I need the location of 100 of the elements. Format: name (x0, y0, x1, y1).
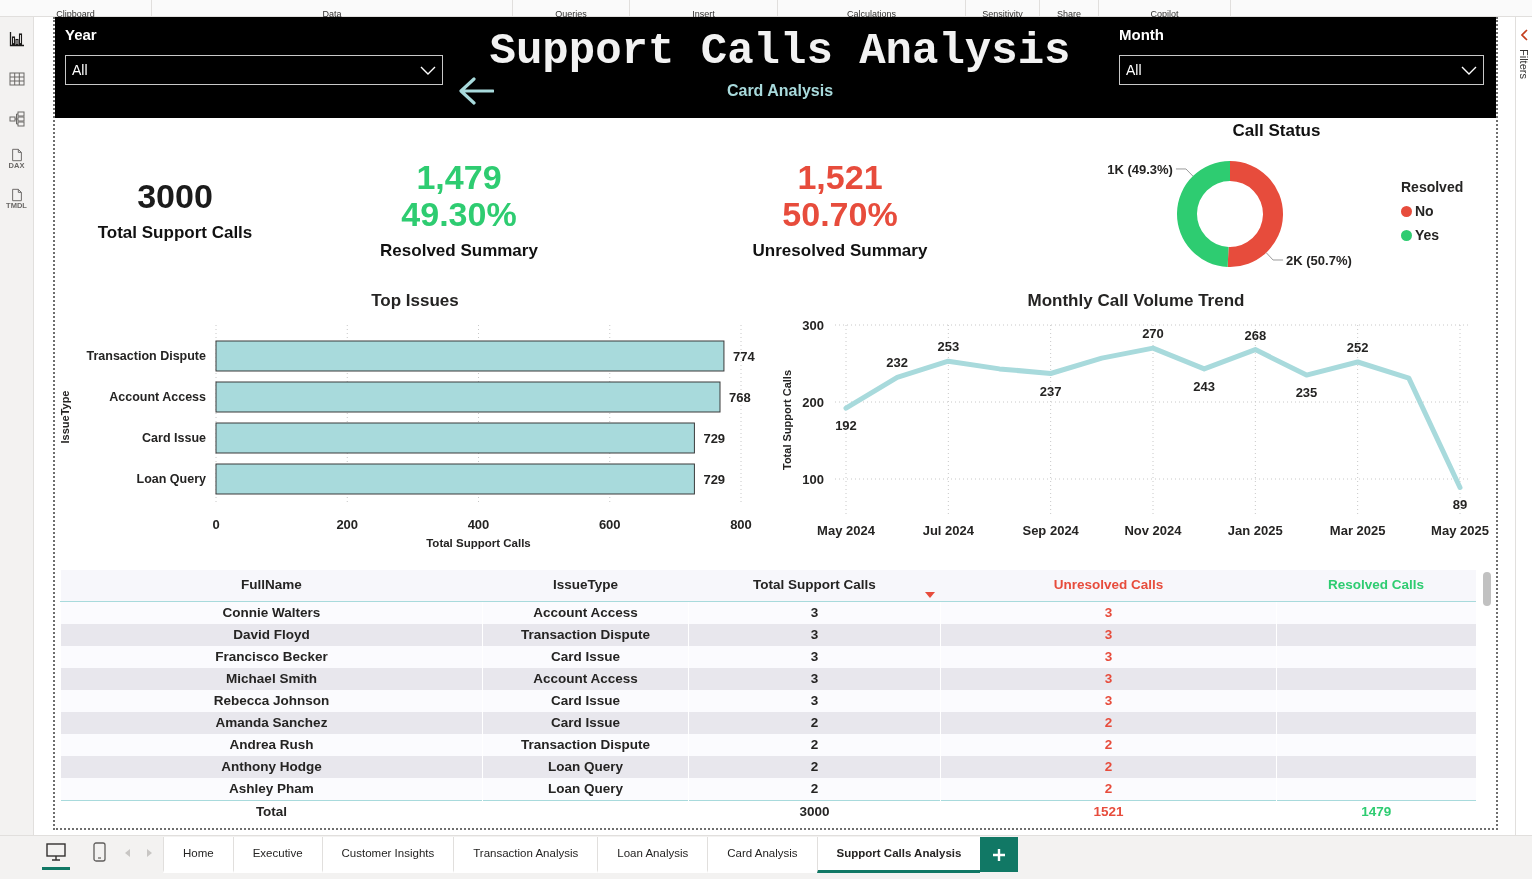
axis-tick-label: Nov 2024 (1124, 523, 1182, 538)
axis-title: Total Support Calls (426, 537, 531, 549)
table-cell: Amanda Sanchez (60, 711, 483, 734)
table-cell: Loan Query (482, 755, 689, 778)
data-label: 270 (1142, 326, 1164, 342)
kpi-value: 1,479 (416, 159, 502, 196)
linked-boxes-icon (8, 111, 25, 127)
table-cell: 3 (940, 689, 1277, 712)
table-cell: Transaction Dispute (482, 623, 689, 646)
chart-title: Call Status (1232, 121, 1321, 141)
axis-tick-label: May 2024 (817, 523, 875, 538)
kpi-label: Total Support Calls (97, 222, 253, 243)
table-cell: 2 (940, 733, 1277, 756)
data-label: 268 (1244, 327, 1267, 343)
data-label: 192 (835, 418, 857, 434)
page-tab[interactable]: Executive (232, 837, 322, 873)
table-cell: 3 (688, 689, 941, 712)
axis-tick-label: Mar 2025 (1329, 523, 1386, 538)
column-header[interactable]: IssueType (482, 570, 689, 601)
axis-tick-label: 600 (598, 517, 621, 532)
table-cell: 3 (688, 645, 941, 668)
data-label: 253 (937, 339, 960, 355)
table-cell: Account Access (482, 601, 689, 624)
data-label: 232 (886, 355, 908, 371)
column-header[interactable]: Total Support Calls (688, 570, 941, 601)
table-cell: 3 (688, 623, 941, 646)
column-header[interactable]: FullName (60, 570, 483, 601)
category-label: Loan Query (136, 472, 206, 486)
kpi-label: Resolved Summary (380, 241, 538, 261)
ribbon-group-label[interactable]: Share (1057, 9, 1081, 19)
back-arrow-icon[interactable] (458, 76, 494, 106)
ribbon-group-label[interactable]: Sensitivity (982, 9, 1023, 19)
chart-title: Top Issues (371, 291, 459, 310)
page-tab[interactable]: Loan Analysis (597, 837, 708, 873)
page-tab[interactable]: Support Calls Analysis (816, 837, 981, 873)
table-cell: Francisco Becker (60, 645, 483, 668)
ribbon-group-label[interactable]: Calculations (847, 9, 896, 19)
table-cell: Card Issue (482, 689, 689, 712)
table-cell: Rebecca Johnson (60, 689, 483, 712)
column-header[interactable]: Unresolved Calls (940, 570, 1277, 601)
page-subtitle: Card Analysis (726, 81, 834, 101)
kpi-percent: 49.30% (401, 196, 517, 233)
page-tab[interactable]: Card Analysis (707, 837, 817, 873)
legend-label: Yes (1415, 226, 1440, 244)
table-cell: Andrea Rush (60, 733, 483, 756)
data-label: 243 (1193, 378, 1215, 394)
ribbon-group-label[interactable]: Queries (555, 9, 587, 19)
data-label: 1K (49.3%) (1107, 161, 1173, 177)
document-icon (9, 148, 24, 162)
axis-tick-label: 0 (212, 517, 220, 532)
page-tab[interactable]: Customer Insights (321, 837, 454, 873)
leader-line (1265, 252, 1284, 261)
ribbon-group-label[interactable]: Copilot (1150, 9, 1179, 19)
chart-title: Monthly Call Volume Trend (1027, 291, 1245, 310)
axis-tick-label: 100 (802, 472, 824, 487)
plus-icon (993, 848, 1006, 861)
page-tab[interactable]: Home (163, 837, 233, 873)
table-cell: Card Issue (482, 711, 689, 734)
page-tab[interactable]: Transaction Analysis (453, 837, 598, 873)
data-label: 729 (703, 472, 726, 487)
table-cell: Anthony Hodge (60, 755, 483, 778)
category-label: Card Issue (142, 431, 206, 445)
document-icon (9, 188, 24, 202)
table-cell: 3 (940, 645, 1277, 668)
table-cell: Ashley Pham (60, 777, 483, 800)
table-cell: 2 (940, 711, 1277, 734)
kpi-value: 3000 (137, 177, 213, 215)
slicer-label: Month (1119, 26, 1164, 44)
table-cell: 2 (940, 777, 1277, 800)
table-cell: Account Access (482, 667, 689, 690)
axis-title: Total Support Calls (781, 370, 793, 470)
chevron-down-icon (420, 65, 436, 75)
sort-arrow-icon[interactable] (924, 591, 935, 598)
kpi-percent: 50.70% (782, 196, 898, 233)
data-label: 768 (729, 390, 751, 405)
month-dropdown[interactable]: All (1119, 55, 1484, 85)
year-dropdown[interactable]: All (65, 55, 443, 85)
chevron-left-icon[interactable] (1520, 29, 1528, 41)
ribbon-group-label[interactable]: Data (322, 9, 342, 19)
table-cell: 3 (940, 623, 1277, 646)
ribbon-group-label[interactable]: Clipboard (56, 9, 95, 19)
table-grid-icon (8, 71, 25, 87)
data-label: 235 (1295, 385, 1318, 401)
table-cell: 3 (940, 601, 1277, 624)
table-cell: 3 (940, 667, 1277, 690)
data-label: 774 (732, 349, 755, 364)
add-page-button[interactable] (980, 837, 1019, 872)
axis-tick-label: 400 (467, 517, 490, 532)
pane-title[interactable]: Filters (1515, 49, 1532, 79)
ribbon-group-label[interactable]: Insert (692, 9, 715, 19)
table-cell: Loan Query (482, 777, 689, 800)
axis-tick-label: Jul 2024 (922, 523, 974, 538)
table-cell: Card Issue (482, 645, 689, 668)
leader-line (1175, 168, 1194, 177)
kpi-value: 1,521 (797, 159, 883, 196)
phone-icon (92, 842, 106, 862)
legend-title: Resolved (1401, 178, 1464, 196)
axis-tick-label: May 2025 (1431, 523, 1489, 538)
scrollbar[interactable] (1482, 572, 1491, 606)
data-label: 729 (703, 431, 726, 446)
